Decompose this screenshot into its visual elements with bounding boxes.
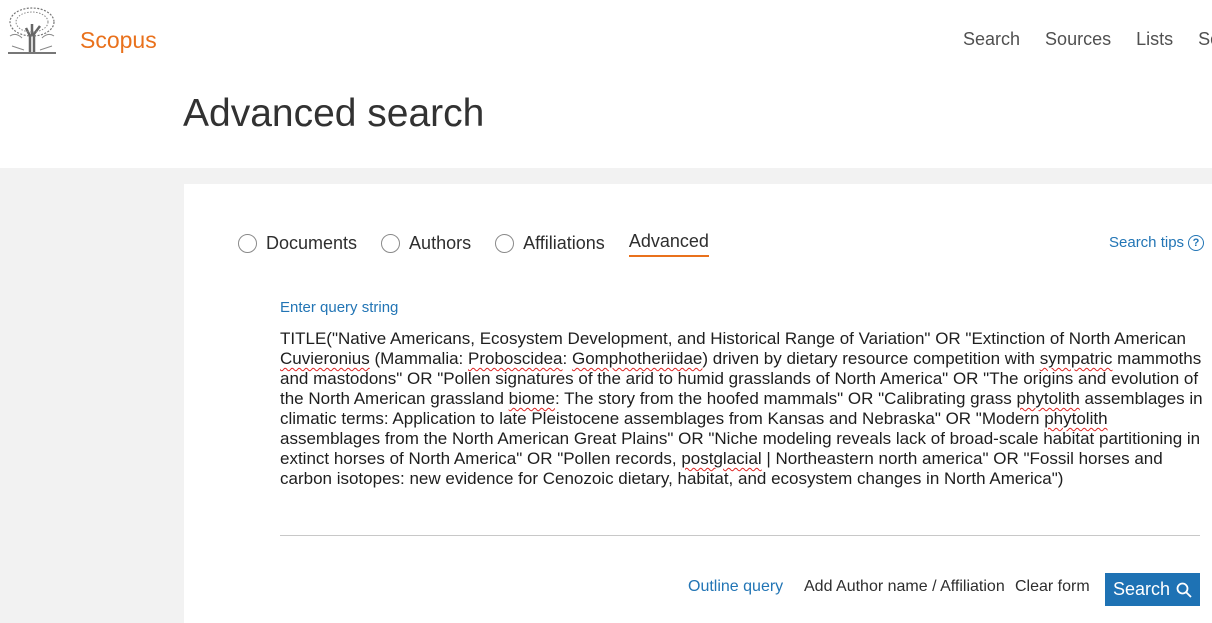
top-nav: Search Sources Lists Sci bbox=[963, 29, 1212, 50]
brand-link[interactable]: Scopus bbox=[80, 27, 157, 54]
tab-authors-label: Authors bbox=[409, 232, 472, 253]
query-divider bbox=[280, 535, 1200, 536]
outline-query-link[interactable]: Outline query bbox=[688, 578, 783, 596]
tab-documents[interactable]: Documents bbox=[238, 229, 357, 257]
query-text: phytolith bbox=[1016, 389, 1080, 408]
query-textarea[interactable]: TITLE("Native Americans, Ecosystem Devel… bbox=[280, 329, 1205, 489]
query-text: Cuvieronius bbox=[280, 349, 370, 368]
help-icon: ? bbox=[1188, 234, 1205, 251]
query-text: ) driven by dietary resource competition… bbox=[702, 349, 1040, 368]
nav-scival[interactable]: Sci bbox=[1198, 29, 1212, 50]
search-button-label: Search bbox=[1112, 579, 1171, 599]
nav-search[interactable]: Search bbox=[963, 29, 1020, 50]
query-text: biome bbox=[508, 389, 555, 408]
tab-authors[interactable]: Authors bbox=[381, 229, 471, 257]
page-title: Advanced search bbox=[183, 92, 485, 135]
search-icon bbox=[1176, 582, 1192, 598]
tab-documents-label: Documents bbox=[266, 232, 358, 253]
search-type-tabs: Documents Authors Affiliations Advanced bbox=[238, 229, 733, 257]
radio-authors[interactable] bbox=[381, 233, 401, 253]
add-author-affiliation-button[interactable]: Add Author name / Affiliation bbox=[804, 578, 1005, 596]
search-tips-link[interactable]: Search tips ? bbox=[1109, 234, 1205, 251]
query-text: Gomphotheriidae bbox=[571, 349, 703, 368]
search-tips-label: Search tips bbox=[1109, 234, 1185, 251]
query-text: : The story from the hoofed mammals" OR … bbox=[554, 389, 1017, 408]
query-text: TITLE("Native Americans, Ecosystem Devel… bbox=[280, 329, 1186, 348]
nav-sources[interactable]: Sources bbox=[1045, 29, 1111, 50]
query-text: Proboscidea bbox=[468, 349, 563, 368]
tab-affiliations[interactable]: Affiliations bbox=[495, 229, 605, 257]
query-label: Enter query string bbox=[280, 299, 399, 316]
radio-affiliations[interactable] bbox=[495, 233, 515, 253]
nav-lists[interactable]: Lists bbox=[1136, 29, 1173, 50]
query-text: : bbox=[562, 349, 572, 368]
tab-affiliations-label: Affiliations bbox=[523, 232, 605, 253]
search-button[interactable]: Search bbox=[1105, 573, 1200, 606]
query-text: sympatric bbox=[1039, 349, 1113, 368]
query-text: postglacial bbox=[681, 449, 762, 468]
clear-form-button[interactable]: Clear form bbox=[1015, 578, 1090, 596]
radio-documents[interactable] bbox=[238, 233, 257, 253]
query-text: phytolith bbox=[1044, 409, 1108, 428]
query-text: (Mammalia: bbox=[369, 349, 468, 368]
elsevier-tree-logo-icon[interactable] bbox=[4, 6, 60, 56]
header: Scopus Search Sources Lists Sci bbox=[0, 0, 1212, 80]
tab-advanced[interactable]: Advanced bbox=[628, 229, 709, 257]
